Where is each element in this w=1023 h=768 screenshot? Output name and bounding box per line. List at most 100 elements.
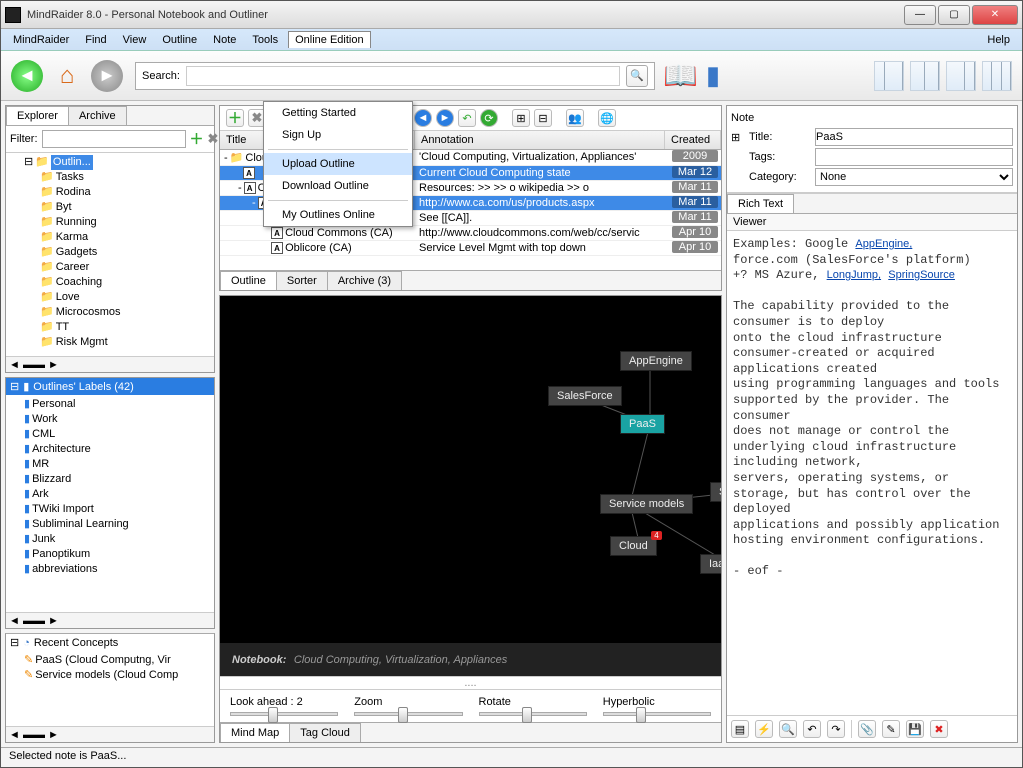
menu-online-edition[interactable]: Online Edition: [288, 31, 371, 48]
tab-tagcloud[interactable]: Tag Cloud: [289, 723, 361, 742]
mindmap-node[interactable]: IaaS: [700, 554, 721, 574]
zoom-out-icon[interactable]: 🔍: [779, 720, 797, 738]
h-scrollbar[interactable]: ◄ ▬▬ ►: [6, 356, 214, 372]
tree-item[interactable]: 📁Love: [40, 290, 212, 305]
label-item[interactable]: ▮ CML: [24, 427, 212, 442]
recent-header[interactable]: ⊟◔Recent Concepts: [6, 634, 214, 651]
slider[interactable]: [603, 712, 711, 716]
recent-tree[interactable]: ✎ PaaS (Cloud Computng, Vir✎ Service mod…: [6, 651, 214, 726]
menu-help[interactable]: Help: [981, 32, 1016, 48]
splitter-handle[interactable]: ....: [220, 676, 721, 689]
layout-1[interactable]: [874, 61, 904, 91]
menu-outline[interactable]: Outline: [156, 32, 203, 48]
nav-left-icon[interactable]: ◄: [414, 109, 432, 127]
tags-input[interactable]: [815, 148, 1013, 166]
delete-icon[interactable]: ✖: [930, 720, 948, 738]
tab-outline[interactable]: Outline: [220, 271, 277, 290]
label-item[interactable]: ▮ Work: [24, 412, 212, 427]
labels-tree[interactable]: ▮ Personal▮ Work▮ CML▮ Architecture▮ MR▮…: [6, 395, 214, 612]
label-item[interactable]: ▮ Personal: [24, 397, 212, 412]
tree-item[interactable]: 📁Coaching: [40, 275, 212, 290]
menu-view[interactable]: View: [117, 32, 153, 48]
tab-sorter[interactable]: Sorter: [276, 271, 328, 290]
h-scrollbar[interactable]: ◄ ▬▬ ►: [6, 726, 214, 742]
layout-3[interactable]: [946, 61, 976, 91]
home-button[interactable]: ⌂: [51, 60, 83, 92]
mindmap-canvas[interactable]: Notebook: Cloud Computing, Virtualizatio…: [220, 296, 721, 676]
tab-mindmap[interactable]: Mind Map: [220, 723, 290, 742]
outline-row[interactable]: AOblicore (CA) Service Level Mgmt with t…: [220, 241, 721, 256]
outline-row[interactable]: ACloud Commons (CA) http://www.cloudcomm…: [220, 226, 721, 241]
label-item[interactable]: ▮ abbreviations: [24, 562, 212, 577]
tab-archive[interactable]: Archive: [68, 106, 127, 125]
tree-item[interactable]: 📁Tasks: [40, 170, 212, 185]
nav-right-icon[interactable]: ►: [436, 109, 454, 127]
mindmap-node[interactable]: AppEngine: [620, 351, 692, 371]
collapse-icon[interactable]: ⊟: [534, 109, 552, 127]
maximize-button[interactable]: ▢: [938, 5, 970, 25]
globe-icon[interactable]: 🌐: [598, 109, 616, 127]
bookmark-icon[interactable]: ▮: [706, 60, 720, 91]
labels-header[interactable]: ⊟▮Outlines' Labels (42): [6, 378, 214, 395]
layout-4[interactable]: [982, 61, 1012, 91]
forward-button[interactable]: ►: [91, 60, 123, 92]
attach-icon[interactable]: 📎: [858, 720, 876, 738]
label-item[interactable]: ▮ TWiki Import: [24, 502, 212, 517]
filter-input[interactable]: [42, 130, 186, 148]
close-button[interactable]: ✕: [972, 5, 1018, 25]
menu-mindraider[interactable]: MindRaider: [7, 32, 75, 48]
label-item[interactable]: ▮ Junk: [24, 532, 212, 547]
tree-item[interactable]: 📁Byt: [40, 200, 212, 215]
h-scrollbar[interactable]: ◄ ▬▬ ►: [6, 612, 214, 628]
add-outline-icon[interactable]: ＋: [190, 129, 204, 149]
recent-item[interactable]: ✎ PaaS (Cloud Computng, Vir: [24, 653, 212, 668]
tab-explorer[interactable]: Explorer: [6, 106, 69, 125]
menu-tools[interactable]: Tools: [246, 32, 284, 48]
menu-find[interactable]: Find: [79, 32, 112, 48]
tab-archive-count[interactable]: Archive (3): [327, 271, 402, 290]
expand-icon[interactable]: ⊞: [512, 109, 530, 127]
search-input[interactable]: [186, 66, 620, 86]
slider[interactable]: [354, 712, 462, 716]
outline-tree[interactable]: ⊟📁Outlin...📁Tasks📁Rodina📁Byt📁Running📁Kar…: [6, 153, 214, 356]
tree-item[interactable]: 📁Gadgets: [40, 245, 212, 260]
label-item[interactable]: ▮ Ark: [24, 487, 212, 502]
mindmap-node[interactable]: SaaS: [710, 482, 721, 502]
tree-item[interactable]: 📁Running: [40, 215, 212, 230]
clear-filter-icon[interactable]: ✖: [208, 131, 219, 147]
tree-item[interactable]: 📁TT: [40, 320, 212, 335]
recent-item[interactable]: ✎ Service models (Cloud Comp: [24, 668, 212, 683]
menu-upload-outline[interactable]: Upload Outline: [264, 153, 412, 175]
mindmap-node[interactable]: PaaS: [620, 414, 665, 434]
label-item[interactable]: ▮ Blizzard: [24, 472, 212, 487]
slider[interactable]: [230, 712, 338, 716]
tab-richtext[interactable]: Rich Text: [727, 194, 794, 213]
label-item[interactable]: ▮ MR: [24, 457, 212, 472]
tree-item[interactable]: 📁Career: [40, 260, 212, 275]
menu-note[interactable]: Note: [207, 32, 242, 48]
tree-item[interactable]: 📁Karma: [40, 230, 212, 245]
menu-sign-up[interactable]: Sign Up: [264, 124, 412, 146]
search-button[interactable]: 🔍: [626, 65, 648, 87]
label-item[interactable]: ▮ Subliminal Learning: [24, 517, 212, 532]
save-icon[interactable]: 💾: [906, 720, 924, 738]
title-input[interactable]: [815, 128, 1013, 146]
mindmap-node[interactable]: Cloud4: [610, 536, 657, 556]
layout-2[interactable]: [910, 61, 940, 91]
menu-getting-started[interactable]: Getting Started: [264, 102, 412, 124]
edit-icon[interactable]: ✎: [882, 720, 900, 738]
tree-item[interactable]: 📁Microcosmos: [40, 305, 212, 320]
redo-icon[interactable]: ↷: [827, 720, 845, 738]
slider[interactable]: [479, 712, 587, 716]
menu-download-outline[interactable]: Download Outline: [264, 175, 412, 197]
category-select[interactable]: None: [815, 168, 1013, 186]
mindmap-node[interactable]: SalesForce: [548, 386, 622, 406]
label-item[interactable]: ▮ Panoptikum: [24, 547, 212, 562]
lightning-icon[interactable]: ⚡: [755, 720, 773, 738]
refresh-icon[interactable]: ⟳: [480, 109, 498, 127]
mindmap-node[interactable]: Service models: [600, 494, 693, 514]
book-icon[interactable]: 📖: [663, 59, 698, 92]
promote-icon[interactable]: ↶: [458, 109, 476, 127]
tree-item[interactable]: 📁Risk Mgmt: [40, 335, 212, 350]
minimize-button[interactable]: —: [904, 5, 936, 25]
